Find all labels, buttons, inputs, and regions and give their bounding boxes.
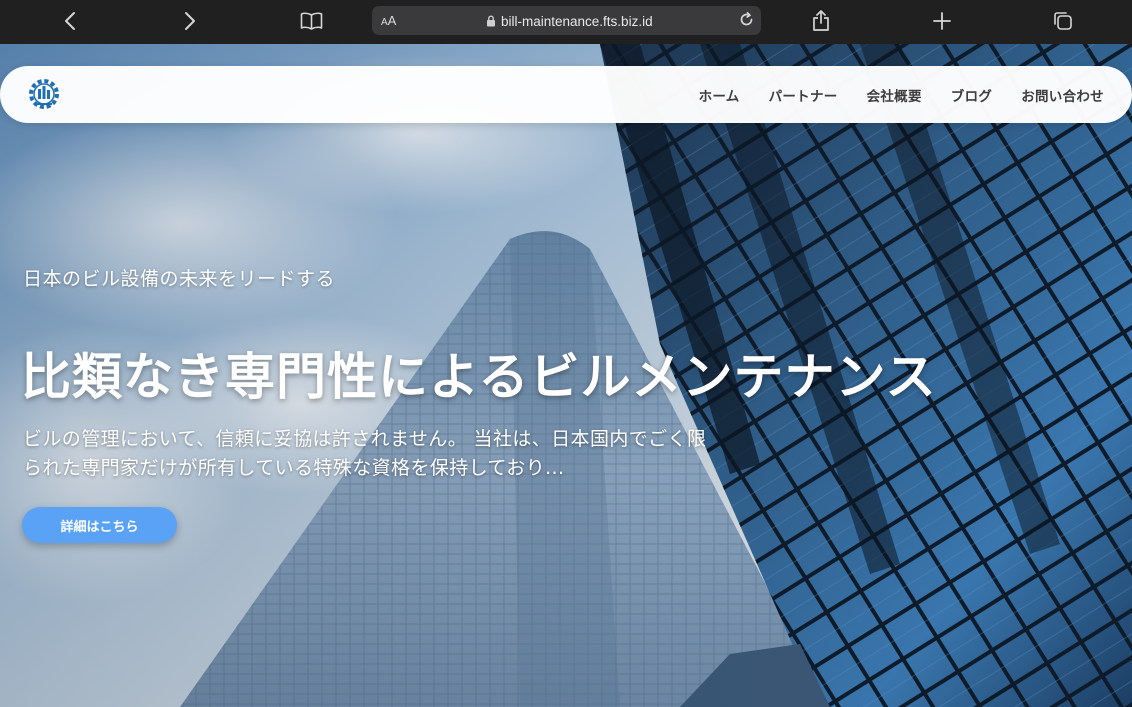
site-navbar: ホーム パートナー 会社概要 ブログ お問い合わせ <box>0 66 1132 123</box>
share-icon[interactable] <box>811 7 831 35</box>
lock-icon <box>486 12 496 31</box>
browser-toolbar: AA bill-maintenance.fts.biz.id <box>0 0 1132 44</box>
nav-link-home[interactable]: ホーム <box>699 85 740 105</box>
learn-more-button[interactable]: 詳細はこちら <box>22 507 177 543</box>
nav-link-blog[interactable]: ブログ <box>951 85 992 105</box>
nav-links: ホーム パートナー 会社概要 ブログ お問い合わせ <box>699 66 1104 123</box>
new-tab-icon[interactable] <box>932 7 952 35</box>
hero-description: ビルの管理において、信頼に妥協は許されません。 当社は、日本国内でごく限られた専… <box>23 428 707 479</box>
hero-tagline: 日本のビル設備の未来をリードする <box>23 268 336 290</box>
reader-text-size-button[interactable]: AA <box>381 12 396 30</box>
bookmarks-icon[interactable] <box>299 7 323 35</box>
url-text: bill-maintenance.fts.biz.id <box>501 14 653 29</box>
reload-icon[interactable] <box>738 11 755 32</box>
hero-headline: 比類なき専門性によるビルメンテナンス <box>21 348 937 406</box>
nav-link-contact[interactable]: お問い合わせ <box>1021 85 1104 105</box>
nav-link-partner[interactable]: パートナー <box>769 85 838 105</box>
nav-link-company[interactable]: 会社概要 <box>867 85 922 105</box>
tabs-icon[interactable] <box>1052 7 1074 35</box>
company-logo[interactable] <box>27 77 61 111</box>
address-bar[interactable]: AA bill-maintenance.fts.biz.id <box>372 6 761 35</box>
forward-icon[interactable] <box>180 7 200 35</box>
back-icon[interactable] <box>60 7 80 35</box>
web-page: ホーム パートナー 会社概要 ブログ お問い合わせ 日本のビル設備の未来をリード… <box>0 44 1132 707</box>
